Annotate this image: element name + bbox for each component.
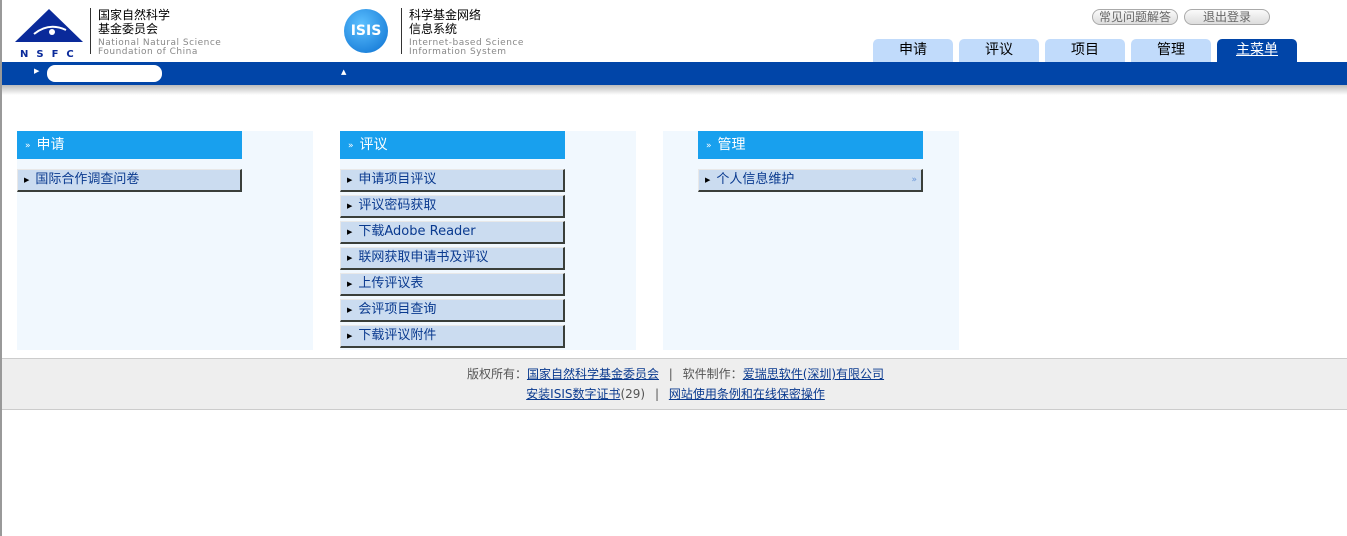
caret-right-icon: ▶ [347, 306, 353, 314]
caret-right-icon: ▶ [347, 332, 353, 340]
caret-right-icon: ▶ [34, 67, 40, 75]
tab-apply[interactable]: 申请 [873, 39, 953, 62]
menu-item-label: 下载Adobe Reader [358, 224, 476, 239]
caret-right-icon: ▶ [347, 280, 353, 288]
nsfc-en-line2: Foundation of China [98, 47, 198, 57]
double-chevron-icon: » [706, 141, 712, 151]
menu-item-intl-survey[interactable]: ▶ 国际合作调查问卷 [17, 169, 242, 192]
nsfc-link[interactable]: 国家自然科学基金委员会 [527, 367, 659, 381]
cert-count: (29) [620, 387, 646, 401]
panel-review: » 评议 ▶ 申请项目评议 ▶ 评议密码获取 ▶ 下载Adobe Reader ▶ 联网获… [340, 131, 636, 350]
caret-right-icon: ▶ [347, 228, 353, 236]
double-chevron-icon: » [348, 141, 354, 151]
panel-title: 管理 [717, 137, 746, 153]
panel-manage: » 管理 ▶ 个人信息维护 » [663, 131, 959, 350]
caret-up-icon: ▲ [341, 68, 347, 76]
menu-item-personal-info[interactable]: ▶ 个人信息维护 » [698, 169, 923, 192]
panel-header: » 管理 [698, 131, 923, 159]
nsfc-logo: NSFC [14, 8, 84, 60]
software-label: 软件制作： [682, 367, 743, 381]
double-chevron-icon: » [25, 141, 31, 151]
isis-cn-line2: 信息系统 [409, 22, 458, 36]
menu-item-label: 国际合作调查问卷 [35, 172, 140, 187]
caret-right-icon: ▶ [705, 176, 711, 184]
tab-review[interactable]: 评议 [959, 39, 1039, 62]
separator: | [668, 367, 673, 381]
footer: 版权所有：国家自然科学基金委员会 | 软件制作：爱瑞思软件(深圳)有限公司 安装… [2, 358, 1347, 410]
nav-shadow [2, 85, 1347, 95]
panel-header: » 申请 [17, 131, 242, 159]
menu-item-label: 评议密码获取 [358, 198, 437, 213]
menu-item[interactable]: ▶ 联网获取申请书及评议 [340, 247, 565, 270]
menu-item[interactable]: ▶ 会评项目查询 [340, 299, 565, 322]
nsfc-triangle-icon [15, 9, 83, 42]
panel-title: 申请 [36, 137, 65, 153]
menu-item[interactable]: ▶ 下载Adobe Reader [340, 221, 565, 244]
logout-button[interactable]: 退出登录 [1184, 9, 1270, 25]
menu-item-label: 联网获取申请书及评议 [358, 250, 489, 265]
menu-item[interactable]: ▶ 申请项目评议 [340, 169, 565, 192]
nsfc-name: 国家自然科学 基金委员会 National Natural Science Fo… [98, 8, 221, 57]
panel-title: 评议 [359, 137, 388, 153]
install-cert-link[interactable]: 安装ISIS数字证书 [526, 387, 620, 401]
caret-right-icon: ▶ [24, 176, 30, 184]
double-chevron-icon: » [911, 175, 917, 185]
menu-item-label: 会评项目查询 [358, 302, 437, 317]
nsfc-logo-text: NSFC [20, 49, 82, 60]
isis-logo: ISIS [344, 9, 388, 53]
nav-bar: ▶ ▲ [2, 62, 1347, 85]
nsfc-cn-line2: 基金委员会 [98, 22, 159, 36]
menu-item-label: 下载评议附件 [358, 328, 437, 343]
menu-item-label: 申请项目评议 [358, 172, 437, 187]
isis-en-line2: Information System [409, 47, 507, 57]
menu-item[interactable]: ▶ 评议密码获取 [340, 195, 565, 218]
menu-item-label: 个人信息维护 [716, 172, 795, 187]
software-company-link[interactable]: 爱瑞思软件(深圳)有限公司 [743, 367, 884, 381]
menu-item[interactable]: ▶ 下载评议附件 [340, 325, 565, 348]
divider [401, 8, 402, 54]
isis-cn-line1: 科学基金网络 [409, 8, 482, 22]
caret-right-icon: ▶ [347, 202, 353, 210]
nsfc-cn-line1: 国家自然科学 [98, 8, 171, 22]
tab-project[interactable]: 项目 [1045, 39, 1125, 62]
caret-right-icon: ▶ [347, 254, 353, 262]
tab-manage[interactable]: 管理 [1131, 39, 1211, 62]
menu-item[interactable]: ▶ 上传评议表 [340, 273, 565, 296]
divider [90, 8, 91, 54]
tab-main-menu[interactable]: 主菜单 [1217, 39, 1297, 62]
faq-button[interactable]: 常见问题解答 [1092, 9, 1178, 25]
isis-name: 科学基金网络 信息系统 Internet-based Science Infor… [409, 8, 524, 57]
copyright-label: 版权所有： [466, 367, 527, 381]
menu-item-label: 上传评议表 [358, 276, 424, 291]
panel-header: » 评议 [340, 131, 565, 159]
caret-right-icon: ▶ [347, 176, 353, 184]
terms-link[interactable]: 网站使用条例和在线保密操作 [669, 387, 825, 401]
redacted-username [47, 65, 162, 82]
separator: | [654, 387, 659, 401]
panel-apply: » 申请 ▶ 国际合作调查问卷 [17, 131, 313, 350]
